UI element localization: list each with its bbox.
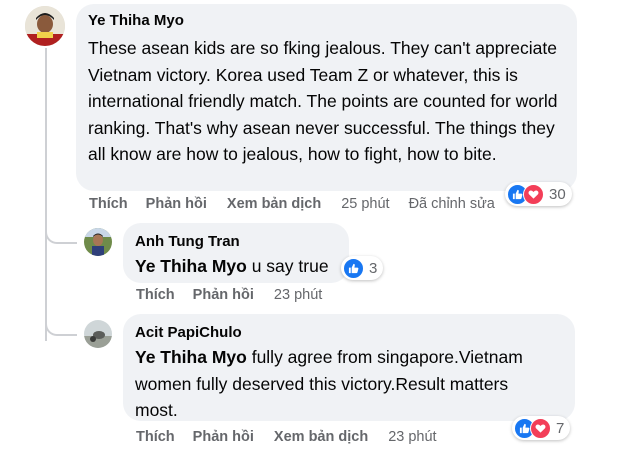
comment-actions: Thích Phản hồi Xem bản dịch 23 phút: [136, 429, 437, 445]
reaction-summary[interactable]: 30: [505, 182, 572, 206]
thread-branch: [45, 222, 77, 244]
love-icon: [523, 183, 544, 205]
reaction-summary[interactable]: 7: [512, 416, 571, 440]
reaction-count: 7: [556, 419, 565, 437]
translate-button[interactable]: Xem bản dịch: [227, 196, 321, 212]
avatar[interactable]: [84, 228, 112, 256]
timestamp[interactable]: 25 phút: [341, 196, 389, 212]
reply-text-rest: women fully deserved this victory.Result…: [135, 373, 509, 421]
avatar[interactable]: [25, 6, 65, 46]
comment-actions: Thích Phản hồi Xem bản dịch 25 phút Đã c…: [89, 196, 495, 212]
avatar[interactable]: [84, 320, 112, 348]
comment-author[interactable]: Ye Thiha Myo: [88, 12, 184, 29]
reaction-summary[interactable]: 3: [341, 256, 384, 280]
like-icon: [343, 257, 364, 279]
comment-actions: Thích Phản hồi 23 phút: [136, 287, 322, 303]
reply-button[interactable]: Phản hồi: [193, 429, 254, 445]
reply-bubble: Anh Tung Tran Ye Thiha Myo u say true: [123, 223, 349, 283]
edited-label: Đã chỉnh sửa: [408, 196, 495, 212]
comment-text: These asean kids are so fking jealous. T…: [88, 38, 558, 164]
reply-text-line1: fully agree from singapore.Vietnam: [251, 347, 523, 367]
comment-text: Ye Thiha Myo fully agree from singapore.…: [135, 344, 567, 424]
timestamp[interactable]: 23 phút: [388, 429, 436, 445]
mention-link[interactable]: Ye Thiha Myo: [135, 347, 247, 367]
love-icon: [530, 417, 551, 439]
comment-author[interactable]: Anh Tung Tran: [135, 233, 240, 250]
mention-link[interactable]: Ye Thiha Myo: [135, 256, 247, 276]
comment-author[interactable]: Acit PapiChulo: [135, 324, 242, 341]
timestamp[interactable]: 23 phút: [274, 287, 322, 303]
comment-text: Ye Thiha Myo u say true: [135, 253, 329, 280]
thread-line: [45, 48, 47, 341]
reply-text: u say true: [251, 256, 329, 276]
like-button[interactable]: Thích: [136, 287, 175, 303]
reaction-count: 30: [549, 185, 566, 203]
reply-bubble: Acit PapiChulo Ye Thiha Myo fully agree …: [123, 314, 575, 421]
reply-button[interactable]: Phản hồi: [193, 287, 254, 303]
translate-button[interactable]: Xem bản dịch: [274, 429, 368, 445]
like-button[interactable]: Thích: [89, 196, 128, 212]
reaction-count: 3: [369, 259, 378, 277]
thread-branch: [45, 314, 77, 336]
comment-bubble: Ye Thiha Myo These asean kids are so fki…: [76, 4, 577, 191]
like-button[interactable]: Thích: [136, 429, 175, 445]
reply-button[interactable]: Phản hồi: [146, 196, 207, 212]
